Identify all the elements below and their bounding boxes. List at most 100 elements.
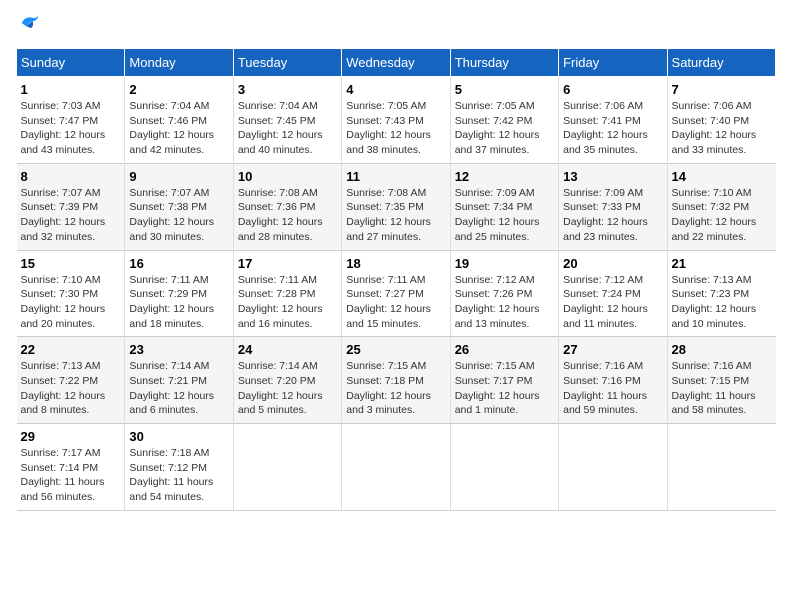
calendar-day-12: 12 Sunrise: 7:09 AMSunset: 7:34 PMDayligh… xyxy=(450,163,558,250)
day-info: Sunrise: 7:13 AMSunset: 7:23 PMDaylight:… xyxy=(672,273,772,332)
calendar-day-14: 14 Sunrise: 7:10 AMSunset: 7:32 PMDayligh… xyxy=(667,163,775,250)
day-number: 17 xyxy=(238,256,337,271)
calendar-day-26: 26 Sunrise: 7:15 AMSunset: 7:17 PMDayligh… xyxy=(450,337,558,424)
day-info: Sunrise: 7:15 AMSunset: 7:17 PMDaylight:… xyxy=(455,359,554,418)
calendar-day-24: 24Sunrise: 7:14 AMSunset: 7:20 PMDayligh… xyxy=(233,337,341,424)
calendar-day-17: 17 Sunrise: 7:11 AMSunset: 7:28 PMDayligh… xyxy=(233,250,341,337)
day-info: Sunrise: 7:05 AMSunset: 7:43 PMDaylight:… xyxy=(346,99,445,158)
day-info: Sunrise: 7:12 AMSunset: 7:26 PMDaylight:… xyxy=(455,273,554,332)
day-number: 11 xyxy=(346,169,445,184)
day-number: 14 xyxy=(672,169,772,184)
calendar-week-1: 1 Sunrise: 7:03 AMSunset: 7:47 PMDaylight… xyxy=(17,77,776,164)
calendar-day-6: 6 Sunrise: 7:06 AMSunset: 7:41 PMDaylight… xyxy=(559,77,667,164)
logo-bird-icon xyxy=(18,12,40,34)
calendar-day-11: 11Sunrise: 7:08 AMSunset: 7:35 PMDayligh… xyxy=(342,163,450,250)
day-info: Sunrise: 7:10 AMSunset: 7:32 PMDaylight:… xyxy=(672,186,772,245)
day-header-tuesday: Tuesday xyxy=(233,49,341,77)
calendar-day-25: 25Sunrise: 7:15 AMSunset: 7:18 PMDayligh… xyxy=(342,337,450,424)
calendar-day-18: 18 Sunrise: 7:11 AMSunset: 7:27 PMDayligh… xyxy=(342,250,450,337)
calendar-day-23: 23 Sunrise: 7:14 AMSunset: 7:21 PMDayligh… xyxy=(125,337,233,424)
day-info: Sunrise: 7:13 AMSunset: 7:22 PMDaylight:… xyxy=(21,359,121,418)
calendar-day-15: 15 Sunrise: 7:10 AMSunset: 7:30 PMDayligh… xyxy=(17,250,125,337)
day-info: Sunrise: 7:08 AMSunset: 7:36 PMDaylight:… xyxy=(238,186,337,245)
calendar-day-19: 19 Sunrise: 7:12 AMSunset: 7:26 PMDayligh… xyxy=(450,250,558,337)
day-header-sunday: Sunday xyxy=(17,49,125,77)
day-number: 27 xyxy=(563,342,662,357)
calendar-week-3: 15 Sunrise: 7:10 AMSunset: 7:30 PMDayligh… xyxy=(17,250,776,337)
calendar-day-5: 5 Sunrise: 7:05 AMSunset: 7:42 PMDaylight… xyxy=(450,77,558,164)
day-number: 9 xyxy=(129,169,228,184)
calendar-body: 1 Sunrise: 7:03 AMSunset: 7:47 PMDaylight… xyxy=(17,77,776,511)
day-info: Sunrise: 7:06 AMSunset: 7:40 PMDaylight:… xyxy=(672,99,772,158)
day-info: Sunrise: 7:15 AMSunset: 7:18 PMDaylight:… xyxy=(346,359,445,418)
day-header-thursday: Thursday xyxy=(450,49,558,77)
calendar-header-row: SundayMondayTuesdayWednesdayThursdayFrid… xyxy=(17,49,776,77)
day-number: 7 xyxy=(672,82,772,97)
day-info: Sunrise: 7:17 AMSunset: 7:14 PMDaylight:… xyxy=(21,446,121,505)
day-number: 1 xyxy=(21,82,121,97)
day-number: 10 xyxy=(238,169,337,184)
calendar-empty-cell xyxy=(233,424,341,511)
calendar-day-13: 13Sunrise: 7:09 AMSunset: 7:33 PMDayligh… xyxy=(559,163,667,250)
calendar-empty-cell xyxy=(450,424,558,511)
day-number: 26 xyxy=(455,342,554,357)
calendar-week-5: 29Sunrise: 7:17 AMSunset: 7:14 PMDayligh… xyxy=(17,424,776,511)
day-info: Sunrise: 7:06 AMSunset: 7:41 PMDaylight:… xyxy=(563,99,662,158)
page-header xyxy=(16,16,776,38)
day-info: Sunrise: 7:14 AMSunset: 7:21 PMDaylight:… xyxy=(129,359,228,418)
calendar-day-3: 3Sunrise: 7:04 AMSunset: 7:45 PMDaylight… xyxy=(233,77,341,164)
calendar-day-30: 30 Sunrise: 7:18 AMSunset: 7:12 PMDayligh… xyxy=(125,424,233,511)
calendar-day-27: 27 Sunrise: 7:16 AMSunset: 7:16 PMDayligh… xyxy=(559,337,667,424)
calendar-day-7: 7 Sunrise: 7:06 AMSunset: 7:40 PMDaylight… xyxy=(667,77,775,164)
calendar-day-4: 4 Sunrise: 7:05 AMSunset: 7:43 PMDaylight… xyxy=(342,77,450,164)
day-number: 20 xyxy=(563,256,662,271)
day-info: Sunrise: 7:10 AMSunset: 7:30 PMDaylight:… xyxy=(21,273,121,332)
day-number: 3 xyxy=(238,82,337,97)
calendar-empty-cell xyxy=(342,424,450,511)
calendar-day-8: 8 Sunrise: 7:07 AMSunset: 7:39 PMDaylight… xyxy=(17,163,125,250)
day-info: Sunrise: 7:04 AMSunset: 7:46 PMDaylight:… xyxy=(129,99,228,158)
day-number: 4 xyxy=(346,82,445,97)
day-number: 21 xyxy=(672,256,772,271)
calendar-day-22: 22 Sunrise: 7:13 AMSunset: 7:22 PMDayligh… xyxy=(17,337,125,424)
day-number: 18 xyxy=(346,256,445,271)
day-number: 24 xyxy=(238,342,337,357)
day-number: 15 xyxy=(21,256,121,271)
day-info: Sunrise: 7:12 AMSunset: 7:24 PMDaylight:… xyxy=(563,273,662,332)
day-info: Sunrise: 7:11 AMSunset: 7:27 PMDaylight:… xyxy=(346,273,445,332)
day-info: Sunrise: 7:03 AMSunset: 7:47 PMDaylight:… xyxy=(21,99,121,158)
day-info: Sunrise: 7:09 AMSunset: 7:33 PMDaylight:… xyxy=(563,186,662,245)
calendar-day-21: 21 Sunrise: 7:13 AMSunset: 7:23 PMDayligh… xyxy=(667,250,775,337)
day-info: Sunrise: 7:07 AMSunset: 7:38 PMDaylight:… xyxy=(129,186,228,245)
day-info: Sunrise: 7:16 AMSunset: 7:16 PMDaylight:… xyxy=(563,359,662,418)
day-number: 5 xyxy=(455,82,554,97)
day-header-friday: Friday xyxy=(559,49,667,77)
day-number: 12 xyxy=(455,169,554,184)
day-number: 6 xyxy=(563,82,662,97)
day-info: Sunrise: 7:09 AMSunset: 7:34 PMDaylight:… xyxy=(455,186,554,245)
day-info: Sunrise: 7:07 AMSunset: 7:39 PMDaylight:… xyxy=(21,186,121,245)
calendar-day-16: 16Sunrise: 7:11 AMSunset: 7:29 PMDayligh… xyxy=(125,250,233,337)
calendar-day-1: 1 Sunrise: 7:03 AMSunset: 7:47 PMDaylight… xyxy=(17,77,125,164)
day-info: Sunrise: 7:11 AMSunset: 7:28 PMDaylight:… xyxy=(238,273,337,332)
calendar-day-2: 2Sunrise: 7:04 AMSunset: 7:46 PMDaylight… xyxy=(125,77,233,164)
day-number: 19 xyxy=(455,256,554,271)
day-info: Sunrise: 7:16 AMSunset: 7:15 PMDaylight:… xyxy=(672,359,772,418)
calendar-week-2: 8 Sunrise: 7:07 AMSunset: 7:39 PMDaylight… xyxy=(17,163,776,250)
calendar-day-28: 28Sunrise: 7:16 AMSunset: 7:15 PMDayligh… xyxy=(667,337,775,424)
calendar-week-4: 22 Sunrise: 7:13 AMSunset: 7:22 PMDayligh… xyxy=(17,337,776,424)
day-number: 22 xyxy=(21,342,121,357)
day-number: 30 xyxy=(129,429,228,444)
day-number: 8 xyxy=(21,169,121,184)
day-info: Sunrise: 7:05 AMSunset: 7:42 PMDaylight:… xyxy=(455,99,554,158)
day-header-monday: Monday xyxy=(125,49,233,77)
calendar-day-9: 9 Sunrise: 7:07 AMSunset: 7:38 PMDaylight… xyxy=(125,163,233,250)
calendar-day-10: 10 Sunrise: 7:08 AMSunset: 7:36 PMDayligh… xyxy=(233,163,341,250)
calendar-empty-cell xyxy=(559,424,667,511)
day-info: Sunrise: 7:11 AMSunset: 7:29 PMDaylight:… xyxy=(129,273,228,332)
day-info: Sunrise: 7:18 AMSunset: 7:12 PMDaylight:… xyxy=(129,446,228,505)
day-header-wednesday: Wednesday xyxy=(342,49,450,77)
day-number: 23 xyxy=(129,342,228,357)
calendar-empty-cell xyxy=(667,424,775,511)
calendar-table: SundayMondayTuesdayWednesdayThursdayFrid… xyxy=(16,48,776,511)
